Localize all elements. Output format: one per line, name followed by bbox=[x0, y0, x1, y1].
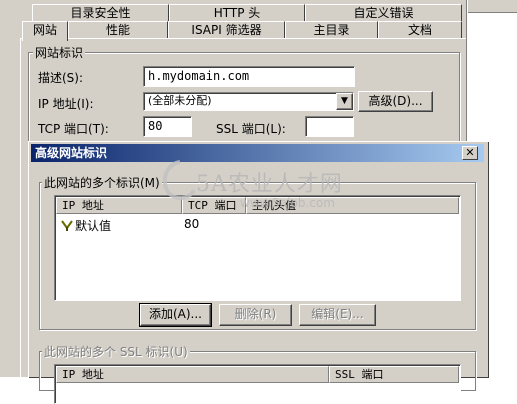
tab-performance[interactable]: 性能 bbox=[68, 21, 168, 38]
ip-address-label: IP 地址(I): bbox=[38, 97, 94, 111]
ssl-identity-list[interactable]: IP 地址 SSL 端口 bbox=[54, 364, 461, 404]
column-header-host[interactable]: 主机头值 bbox=[246, 197, 459, 214]
watermark-logo-icon bbox=[162, 160, 196, 200]
ssl-port-label: SSL 端口(L): bbox=[216, 122, 286, 136]
description-label: 描述(S): bbox=[38, 71, 84, 85]
delete-button[interactable]: 删除(R) bbox=[219, 304, 292, 326]
tab-custom-errors[interactable]: 自定义错误 bbox=[305, 4, 462, 21]
ip-address-select[interactable]: (全部未分配) bbox=[143, 92, 354, 111]
ssl-port-input[interactable] bbox=[305, 116, 354, 137]
tcp-port-label: TCP 端口(T): bbox=[38, 122, 109, 136]
identity-list[interactable]: IP 地址 TCP 端口 主机头值 默认值 80 bbox=[54, 195, 461, 301]
chevron-down-icon[interactable]: ▼ bbox=[336, 93, 353, 110]
tab-documents[interactable]: 文档 bbox=[378, 21, 462, 38]
multi-id-group-title: 此网站的多个标识(M) bbox=[42, 174, 162, 191]
website-id-group-title: 网站标识 bbox=[33, 44, 86, 61]
description-input[interactable]: h.mydomain.com bbox=[143, 66, 355, 87]
advanced-button[interactable]: 高级(D)... bbox=[358, 91, 433, 112]
tab-http-headers[interactable]: HTTP 头 bbox=[169, 4, 305, 21]
row-ip-value: 默认值 bbox=[75, 219, 112, 233]
advanced-website-id-dialog: 高级网站标识 ✕ 此网站的多个标识(M) IP 地址 TCP 端口 主机头值 默… bbox=[28, 141, 488, 404]
ssl-id-group-title: 此网站的多个 SSL 标识(U) bbox=[42, 343, 190, 360]
ip-address-value: (全部未分配) bbox=[148, 94, 212, 107]
row-tcp-value: 80 bbox=[184, 217, 200, 231]
tab-isapi-filters[interactable]: ISAPI 筛选器 bbox=[168, 21, 285, 38]
tab-website[interactable]: 网站 bbox=[22, 21, 68, 41]
tab-home-directory[interactable]: 主目录 bbox=[285, 21, 378, 38]
ssl-column-header-port[interactable]: SSL 端口 bbox=[329, 366, 459, 383]
tcp-port-input[interactable]: 80 bbox=[143, 116, 192, 137]
edit-button[interactable]: 编辑(E)... bbox=[299, 304, 376, 326]
dialog-title: 高级网站标识 bbox=[31, 144, 484, 162]
network-card-icon bbox=[61, 220, 73, 231]
add-button[interactable]: 添加(A)... bbox=[139, 303, 212, 327]
close-icon[interactable]: ✕ bbox=[462, 146, 478, 160]
ssl-column-header-ip[interactable]: IP 地址 bbox=[56, 366, 329, 383]
background-window-toolbar bbox=[468, 0, 517, 13]
table-row[interactable]: 默认值 80 bbox=[57, 217, 457, 233]
tab-directory-security[interactable]: 目录安全性 bbox=[32, 4, 169, 21]
